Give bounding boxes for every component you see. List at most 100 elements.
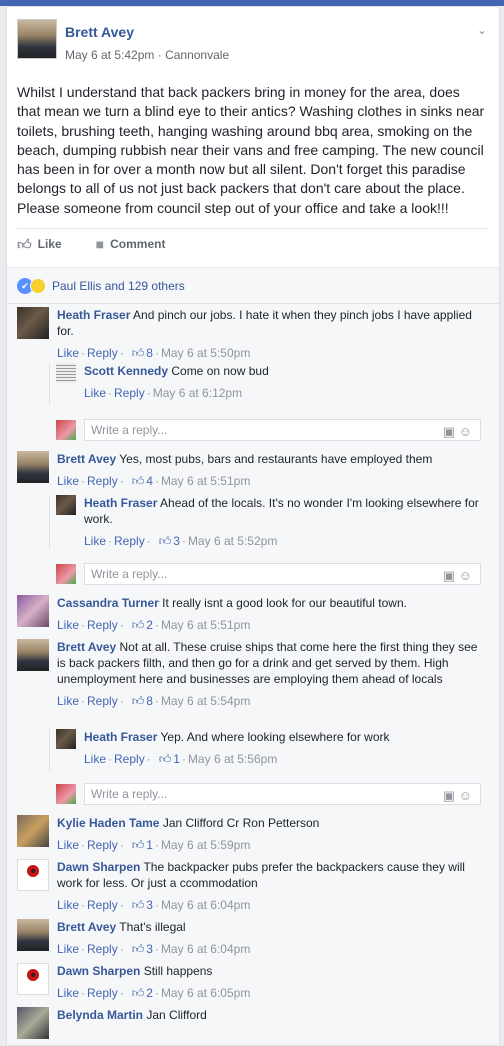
reply-input[interactable]: Write a reply... ▣ ☺ <box>84 783 481 805</box>
comment-time[interactable]: May 6 at 5:51pm <box>161 617 250 633</box>
comment-like-link[interactable]: Like <box>57 941 79 957</box>
comment-like-link[interactable]: Like <box>84 533 106 549</box>
commenter-name[interactable]: Cassandra Turner <box>57 596 159 610</box>
commenter-avatar[interactable] <box>56 495 76 515</box>
comment-actions: Like · Reply · 👍︎ 8 · May 6 at 5:50pm <box>57 345 489 361</box>
comment-body: Heath Fraser Ahead of the locals. It's n… <box>84 495 489 549</box>
commenter-avatar[interactable] <box>17 595 49 627</box>
comment-reply-link[interactable]: Reply <box>87 473 118 489</box>
comment-reply-link[interactable]: Reply <box>87 985 118 1001</box>
commenter-avatar[interactable] <box>56 363 76 383</box>
commenter-avatar[interactable] <box>17 963 49 995</box>
comment-button[interactable]: ■ Comment <box>96 236 166 252</box>
comment-like-count[interactable]: 1 <box>173 751 180 767</box>
comment-reply-link[interactable]: Reply <box>114 385 145 401</box>
comment-like-link[interactable]: Like <box>57 473 79 489</box>
separator-dot: · <box>146 752 151 766</box>
comment-like-count[interactable]: 3 <box>173 533 180 549</box>
comment-like-link[interactable]: Like <box>84 751 106 767</box>
comment-reply-link[interactable]: Reply <box>87 617 118 633</box>
comment-item: Heath Fraser And pinch our jobs. I hate … <box>17 307 489 361</box>
emoji-icon[interactable]: ☺ <box>459 788 472 803</box>
comment-text: Still happens <box>140 964 213 978</box>
commenter-avatar[interactable] <box>17 307 49 339</box>
comment-like-link[interactable]: Like <box>57 837 79 853</box>
commenter-name[interactable]: Scott Kennedy <box>84 364 168 378</box>
comment-time[interactable]: May 6 at 5:59pm <box>161 837 250 853</box>
post-date[interactable]: May 6 at 5:42pm <box>65 48 154 62</box>
comment-time[interactable]: May 6 at 5:52pm <box>188 533 277 549</box>
commenter-avatar[interactable] <box>17 451 49 483</box>
commenter-name[interactable]: Dawn Sharpen <box>57 964 140 978</box>
commenter-name[interactable]: Heath Fraser <box>84 496 157 510</box>
commenter-name[interactable]: Heath Fraser <box>84 730 157 744</box>
separator-dot: · <box>119 986 124 1000</box>
comment-like-count[interactable]: 3 <box>146 897 153 913</box>
comment-text: Come on now bud <box>168 364 269 378</box>
comment-like-link[interactable]: Like <box>57 693 79 709</box>
comment-time[interactable]: May 6 at 5:51pm <box>161 473 250 489</box>
comment-like-link[interactable]: Like <box>57 617 79 633</box>
reactions-text[interactable]: Paul Ellis and 129 others <box>52 279 185 293</box>
reactions-summary[interactable]: ✔ Paul Ellis and 129 others <box>7 268 499 304</box>
commenter-name[interactable]: Brett Avey <box>57 920 116 934</box>
commenter-avatar[interactable] <box>17 1007 49 1039</box>
comment-reply-link[interactable]: Reply <box>87 693 118 709</box>
commenter-avatar[interactable] <box>17 919 49 951</box>
camera-icon[interactable]: ▣ <box>443 788 459 803</box>
commenter-avatar[interactable] <box>17 639 49 671</box>
commenter-avatar[interactable] <box>56 729 76 749</box>
comment-reply-link[interactable]: Reply <box>114 533 145 549</box>
comment-like-count[interactable]: 2 <box>146 617 153 633</box>
camera-icon[interactable]: ▣ <box>443 568 459 583</box>
commenter-name[interactable]: Belynda Martin <box>57 1008 143 1022</box>
comment-like-count[interactable]: 8 <box>146 693 153 709</box>
comment-text: That's illegal <box>116 920 186 934</box>
comment-like-count[interactable]: 1 <box>146 837 153 853</box>
comment-time[interactable]: May 6 at 5:54pm <box>161 693 250 709</box>
comment-like-count[interactable]: 8 <box>146 345 153 361</box>
comment-time[interactable]: May 6 at 5:50pm <box>161 345 250 361</box>
comment-like-link[interactable]: Like <box>57 345 79 361</box>
commenter-avatar[interactable] <box>17 859 49 891</box>
comment-like-link[interactable]: Like <box>84 385 106 401</box>
comment-time[interactable]: May 6 at 6:04pm <box>161 897 250 913</box>
comment-like-count[interactable]: 4 <box>146 473 153 489</box>
separator-dot: · <box>81 474 86 488</box>
emoji-icon[interactable]: ☺ <box>459 424 472 439</box>
post-card: Brett Avey May 6 at 5:42pm · Cannonvale … <box>6 6 500 1046</box>
emoji-icon[interactable]: ☺ <box>459 568 472 583</box>
comment-like-link[interactable]: Like <box>57 897 79 913</box>
comment-like-link[interactable]: Like <box>57 985 79 1001</box>
comment-reply-link[interactable]: Reply <box>114 751 145 767</box>
comment-reply-link[interactable]: Reply <box>87 345 118 361</box>
post-location[interactable]: Cannonvale <box>165 48 229 62</box>
commenter-name[interactable]: Dawn Sharpen <box>57 860 140 874</box>
commenter-name[interactable]: Brett Avey <box>57 640 116 654</box>
comment-reply-link[interactable]: Reply <box>87 941 118 957</box>
comment-time[interactable]: May 6 at 6:05pm <box>161 985 250 1001</box>
like-thumb-icon: 👍︎ <box>17 235 32 252</box>
comment-time[interactable]: May 6 at 6:12pm <box>153 385 242 401</box>
comment-text: Yep. And where looking elsewhere for wor… <box>157 730 390 744</box>
camera-icon[interactable]: ▣ <box>443 424 459 439</box>
commenter-name[interactable]: Brett Avey <box>57 452 116 466</box>
author-avatar[interactable] <box>17 19 57 59</box>
comment-like-count[interactable]: 2 <box>146 985 153 1001</box>
commenter-avatar[interactable] <box>17 815 49 847</box>
like-button[interactable]: 👍︎ Like <box>17 236 62 253</box>
comment-actions: Like · Reply · 👍︎ 1 · May 6 at 5:59pm <box>57 837 319 853</box>
comment-reply-link[interactable]: Reply <box>87 837 118 853</box>
comment-time[interactable]: May 6 at 6:04pm <box>161 941 250 957</box>
reply-input[interactable]: Write a reply... ▣ ☺ <box>84 563 481 585</box>
reply-input[interactable]: Write a reply... ▣ ☺ <box>84 419 481 441</box>
like-thumb-icon: 👍︎ <box>158 752 172 766</box>
comment-reply-link[interactable]: Reply <box>87 897 118 913</box>
commenter-name[interactable]: Heath Fraser <box>57 308 130 322</box>
separator-dot: · <box>154 618 159 632</box>
comment-time[interactable]: May 6 at 5:56pm <box>188 751 277 767</box>
post-author[interactable]: Brett Avey <box>65 23 229 41</box>
chevron-down-icon[interactable]: ⌄ <box>477 23 487 37</box>
comment-like-count[interactable]: 3 <box>146 941 153 957</box>
commenter-name[interactable]: Kylie Haden Tame <box>57 816 159 830</box>
